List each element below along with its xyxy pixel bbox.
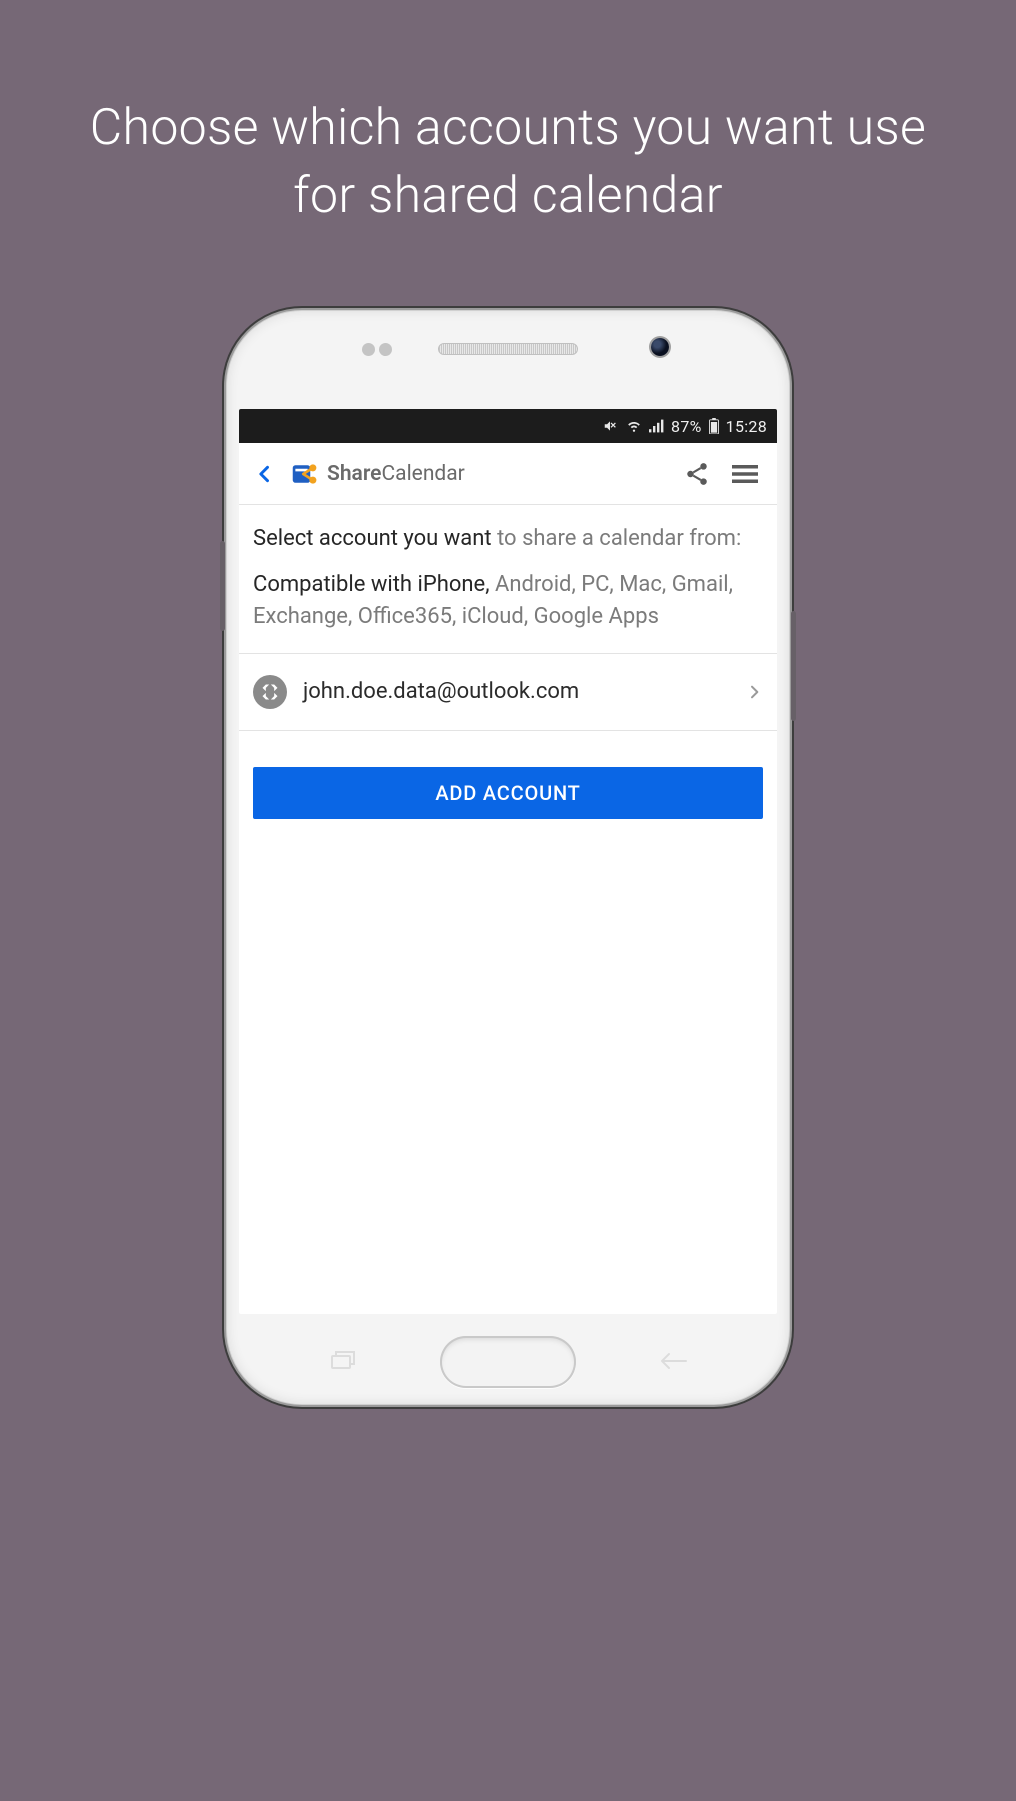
phone-bottom-bezel bbox=[227, 1314, 789, 1404]
app-logo-icon bbox=[291, 460, 319, 488]
instruction-line-1: Select account you want to share a calen… bbox=[253, 523, 763, 555]
battery-icon bbox=[708, 418, 720, 434]
phone-frame: 87% 15:28 ShareCalendar bbox=[226, 310, 790, 1405]
menu-button[interactable] bbox=[725, 454, 765, 494]
front-camera-icon bbox=[651, 338, 669, 356]
signal-icon bbox=[649, 419, 665, 433]
app-title-bold: Share bbox=[327, 462, 381, 486]
app-brand: ShareCalendar bbox=[291, 460, 465, 488]
exchange-account-icon bbox=[253, 675, 287, 709]
promo-headline: Choose which accounts you want use for s… bbox=[0, 0, 1016, 230]
share-button[interactable] bbox=[677, 454, 717, 494]
battery-percent-label: 87% bbox=[671, 417, 702, 436]
app-title: ShareCalendar bbox=[327, 462, 465, 486]
app-title-light: Calendar bbox=[381, 462, 464, 486]
instruction-block: Select account you want to share a calen… bbox=[239, 505, 777, 633]
wifi-icon bbox=[625, 419, 643, 433]
instruction-1a: Select account you want bbox=[253, 526, 497, 551]
earpiece-speaker-icon bbox=[438, 343, 578, 355]
recents-capacitive-button[interactable] bbox=[293, 1346, 393, 1376]
phone-top-bezel bbox=[227, 311, 789, 409]
back-capacitive-button[interactable] bbox=[623, 1346, 723, 1376]
back-button[interactable] bbox=[247, 456, 283, 492]
status-bar: 87% 15:28 bbox=[239, 409, 777, 443]
clock-label: 15:28 bbox=[726, 417, 767, 436]
instruction-1b: to share a calendar from: bbox=[497, 526, 741, 551]
mute-icon bbox=[601, 419, 619, 433]
proximity-sensor-icon bbox=[362, 341, 396, 360]
account-row[interactable]: john.doe.data@outlook.com bbox=[239, 653, 777, 731]
instruction-2a: Compatible with iPhone, bbox=[253, 572, 495, 597]
instruction-line-2: Compatible with iPhone, Android, PC, Mac… bbox=[253, 569, 763, 633]
account-email-label: john.doe.data@outlook.com bbox=[303, 679, 723, 704]
add-account-button[interactable]: ADD ACCOUNT bbox=[253, 767, 763, 819]
chevron-right-icon bbox=[739, 681, 769, 703]
home-button[interactable] bbox=[440, 1336, 576, 1388]
app-bar: ShareCalendar bbox=[239, 443, 777, 505]
phone-screen: 87% 15:28 ShareCalendar bbox=[239, 409, 777, 1314]
